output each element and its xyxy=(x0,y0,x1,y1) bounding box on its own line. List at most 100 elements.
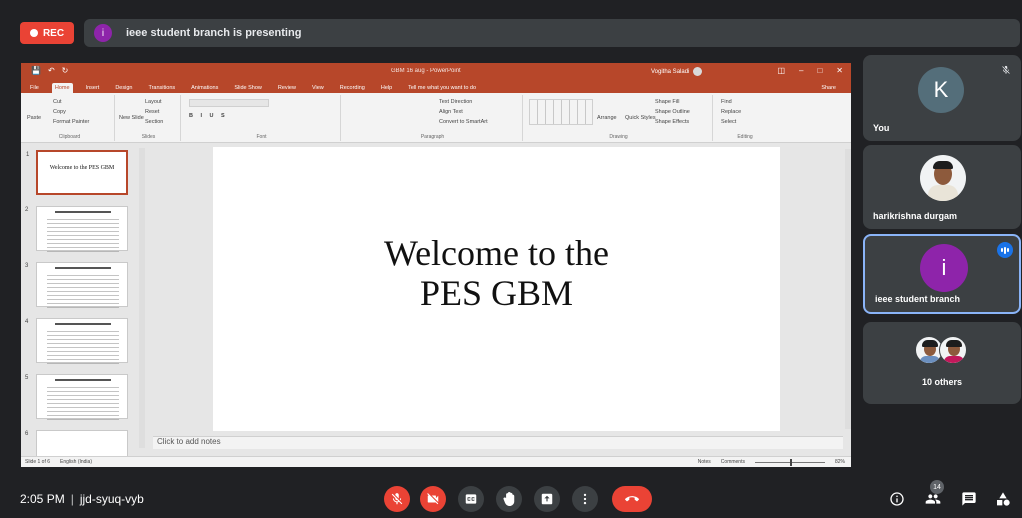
captions-button[interactable] xyxy=(458,486,484,512)
people-button[interactable]: 14 xyxy=(922,480,944,510)
chat-button[interactable] xyxy=(958,488,980,510)
raise-hand-button[interactable] xyxy=(496,486,522,512)
thumbnail-text xyxy=(47,387,119,421)
slide-thumbnail: 3 xyxy=(25,262,128,309)
clock: 2:05 PM xyxy=(20,492,65,506)
clipboard-group: Paste Cut Copy Format Painter Clipboard xyxy=(25,95,115,141)
quick-styles-button: Quick Styles xyxy=(625,115,656,121)
slide-editor: Welcome to the PES GBM xyxy=(153,144,843,440)
paragraph-label: Paragraph xyxy=(420,134,445,140)
slide-number: 6 xyxy=(25,431,29,437)
slide-thumbnail: 6 xyxy=(25,430,128,457)
close-icon: ✕ xyxy=(836,66,843,75)
redo-icon: ↻ xyxy=(61,66,69,75)
align-text-button: Align Text xyxy=(439,109,463,115)
undo-icon: ↶ xyxy=(47,66,55,75)
smartart-button: Convert to SmartArt xyxy=(439,119,488,125)
present-icon xyxy=(541,493,553,505)
slide-number: 3 xyxy=(25,263,29,269)
slide-title-line1: Welcome to the xyxy=(383,233,610,273)
format-painter-button: Format Painter xyxy=(53,119,90,125)
cut-button: Cut xyxy=(53,99,62,105)
chat-icon xyxy=(962,492,976,506)
people-count-badge: 14 xyxy=(930,480,944,494)
comments-toggle: Comments xyxy=(720,459,745,465)
bottom-bar: 2:05 PM | jjd-syuq-vyb 14 xyxy=(0,478,1022,518)
thumbnail-heading xyxy=(55,211,111,213)
slide-title-line2: PES GBM xyxy=(419,273,574,313)
participant-tile-presenter[interactable]: i ieee student branch xyxy=(863,234,1021,314)
slide-thumbnail: 4 xyxy=(25,318,128,365)
top-bar: REC i ieee student branch is presenting xyxy=(0,0,1022,60)
tab-file: File xyxy=(30,85,39,91)
record-dot-icon xyxy=(29,29,38,37)
participant-tile[interactable]: harikrishna durgam xyxy=(863,145,1021,229)
paste-button: Paste xyxy=(27,115,42,121)
ppt-ribbon-tabs: File Home Insert Design Transitions Anim… xyxy=(21,80,851,93)
drawing-group: Arrange Quick Styles Shape Fill Shape Ou… xyxy=(525,95,713,141)
thumbnail-scrollbar xyxy=(139,148,145,448)
meeting-details-button[interactable] xyxy=(886,488,908,510)
camera-off-icon xyxy=(427,493,439,505)
presenting-text: ieee student branch is presenting xyxy=(126,27,302,39)
shared-screen: 💾 ↶ ↻ GBM 16 aug - PowerPoint Vogitha Sa… xyxy=(21,63,851,467)
find-button: Find xyxy=(721,99,732,105)
slide-counter: Slide 1 of 6 xyxy=(25,459,51,465)
slides-label: Slides xyxy=(141,134,156,140)
slide-thumbnail: 5 xyxy=(25,374,128,421)
slide-number: 1 xyxy=(26,152,30,158)
shape-fill-button: Shape Fill xyxy=(655,99,680,105)
notes-pane: Click to add notes xyxy=(153,436,843,449)
participant-tile-you[interactable]: K You xyxy=(863,55,1021,141)
shape-outline-button: Shape Outline xyxy=(655,109,690,115)
editing-label: Editing xyxy=(737,134,753,140)
tell-me-search: Tell me what you want to do xyxy=(408,85,477,91)
slides-group: New Slide Layout Reset Section Slides xyxy=(117,95,181,141)
others-count: 10 others xyxy=(921,377,963,387)
more-options-button[interactable] xyxy=(572,486,598,512)
user-avatar xyxy=(693,67,703,76)
editing-group: Find Replace Select Editing xyxy=(715,95,775,141)
present-now-button[interactable] xyxy=(534,486,560,512)
activities-icon xyxy=(997,492,1010,506)
select-button: Select xyxy=(721,119,737,125)
paragraph-group: Text Direction Align Text Convert to Sma… xyxy=(343,95,523,141)
slide-number: 2 xyxy=(25,207,29,213)
presenter-avatar: i xyxy=(94,24,112,42)
slide-number: 5 xyxy=(25,375,29,381)
drawing-label: Drawing xyxy=(609,134,628,140)
activities-button[interactable] xyxy=(992,488,1014,510)
text-direction-button: Text Direction xyxy=(439,99,473,105)
tab-design: Design xyxy=(115,85,133,91)
participant-name: harikrishna durgam xyxy=(873,211,958,221)
camera-toggle-button[interactable] xyxy=(420,486,446,512)
info-icon xyxy=(890,492,904,506)
language-indicator: English (India) xyxy=(60,459,92,465)
tab-view: View xyxy=(311,85,324,91)
tab-help: Help xyxy=(380,85,393,91)
tab-insert: Insert xyxy=(85,85,100,91)
slide-number: 4 xyxy=(25,319,29,325)
current-slide: Welcome to the PES GBM xyxy=(213,147,780,431)
thumbnail-heading xyxy=(55,379,111,381)
avatar: i xyxy=(920,244,968,292)
font-label: Font xyxy=(256,134,267,140)
end-call-button[interactable] xyxy=(612,486,652,512)
mic-off-icon xyxy=(391,493,403,505)
tab-animations: Animations xyxy=(191,85,219,91)
ppt-user-name: Vogitha Saladi xyxy=(651,68,690,75)
slide-thumbnail: 2 xyxy=(25,206,128,253)
thumbnail-text xyxy=(47,331,119,365)
speaking-indicator-icon xyxy=(997,242,1013,258)
presenting-banner: i ieee student branch is presenting xyxy=(84,19,1020,47)
captions-icon xyxy=(465,494,477,504)
tab-recording: Recording xyxy=(339,85,365,91)
save-icon: 💾 xyxy=(31,66,41,75)
participant-name: ieee student branch xyxy=(875,294,961,304)
quick-access-toolbar: 💾 ↶ ↻ xyxy=(31,66,68,75)
reset-button: Reset xyxy=(145,109,160,115)
others-tile[interactable]: 10 others xyxy=(863,322,1021,404)
shape-effects-button: Shape Effects xyxy=(655,119,690,125)
font-name-box xyxy=(189,99,269,107)
mic-toggle-button[interactable] xyxy=(384,486,410,512)
